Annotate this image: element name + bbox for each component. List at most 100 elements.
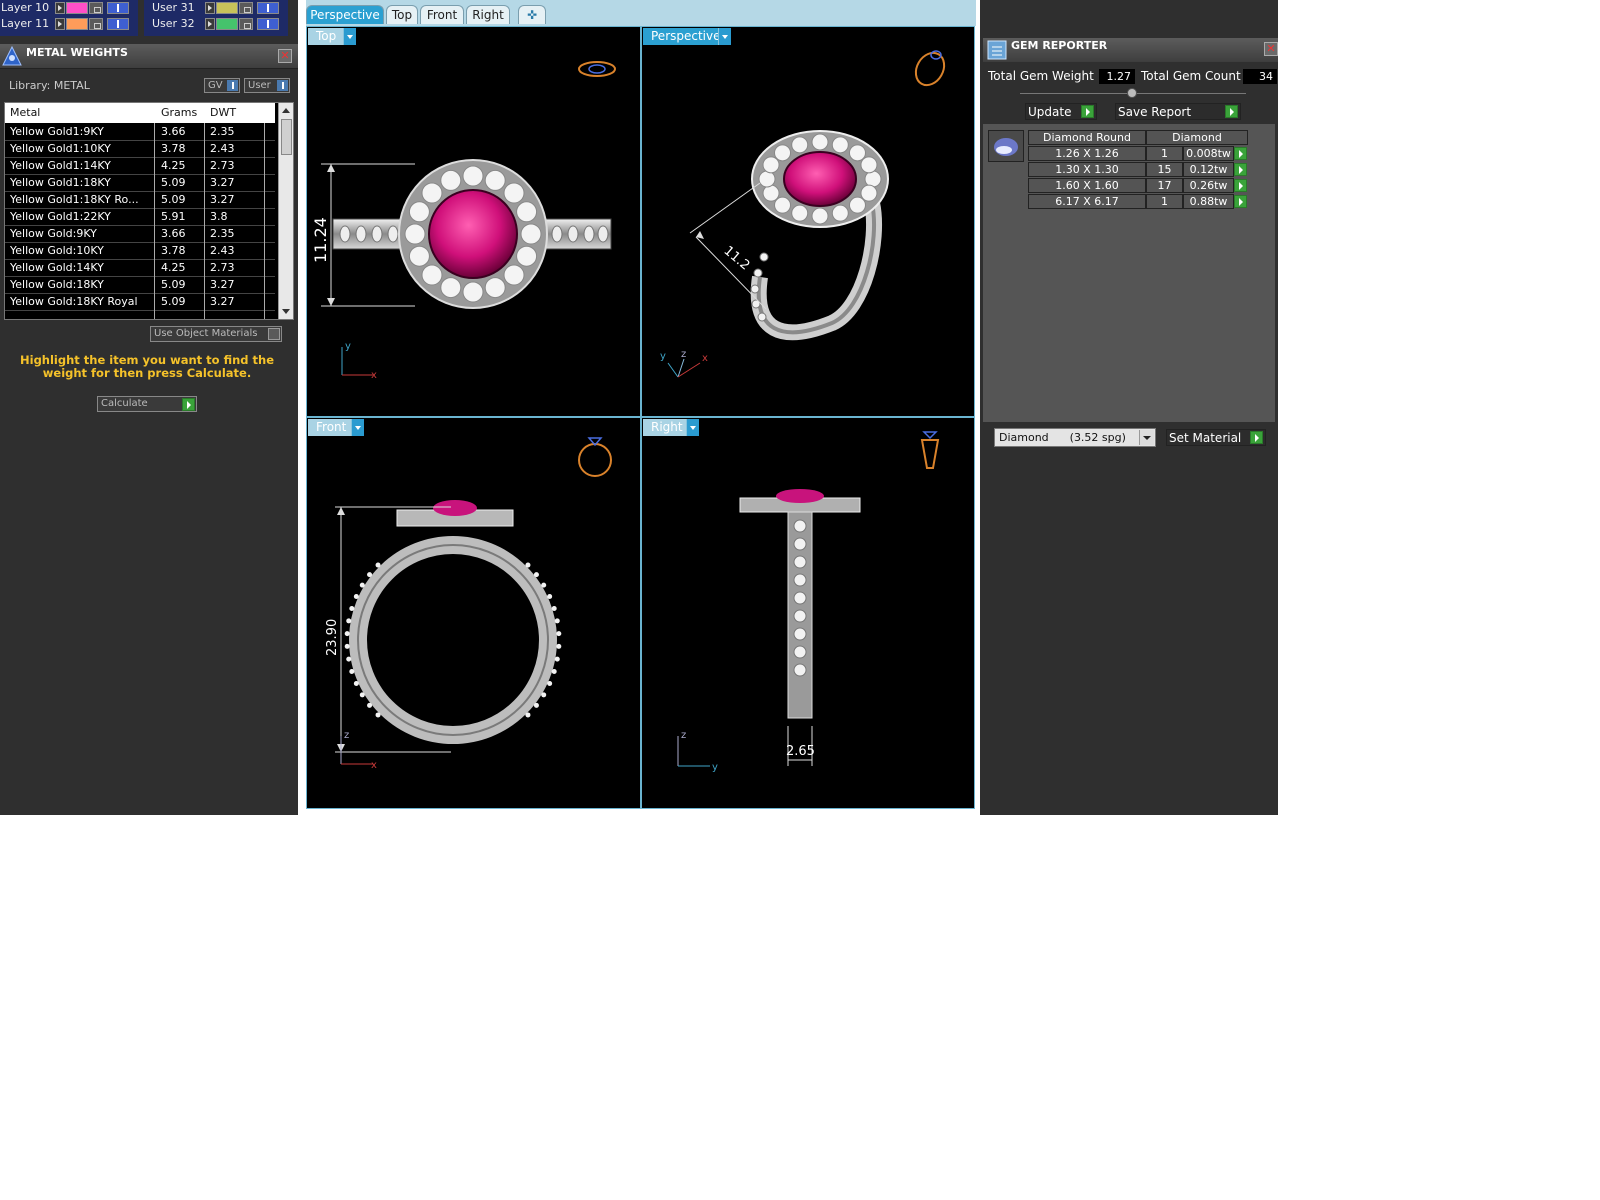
table-header: Metal Grams DWT bbox=[5, 103, 275, 123]
svg-text:z: z bbox=[681, 349, 686, 360]
column-header[interactable]: Metal bbox=[10, 106, 40, 119]
visibility-toggle[interactable] bbox=[257, 2, 279, 14]
viewport-top[interactable]: y x 11.24 Top bbox=[306, 26, 641, 417]
set-material-button[interactable]: Set Material bbox=[1166, 429, 1266, 446]
viewport-perspective[interactable]: y z x 11.2 Perspective bbox=[641, 26, 975, 417]
table-row[interactable]: Yellow Gold:18KY Royal 5.09 3.27 bbox=[5, 293, 275, 311]
gem-reporter-titlebar[interactable]: GEM REPORTER ✕ bbox=[983, 38, 1278, 62]
layer-row[interactable]: User 31 bbox=[150, 1, 288, 15]
dropdown-arrow-icon[interactable] bbox=[686, 419, 699, 436]
table-cell: Yellow Gold1:10KY bbox=[10, 142, 111, 155]
table-cell: 5.09 bbox=[161, 295, 186, 308]
user-button[interactable]: User bbox=[244, 78, 290, 93]
tab-top[interactable]: Top bbox=[386, 5, 418, 24]
svg-text:x: x bbox=[371, 370, 377, 381]
play-icon bbox=[182, 398, 195, 411]
lock-icon[interactable] bbox=[89, 18, 103, 30]
table-row[interactable]: Yellow Gold:14KY 4.25 2.73 bbox=[5, 259, 275, 277]
perspective-view-render: y z x bbox=[660, 50, 946, 378]
metal-table[interactable]: Metal Grams DWT Yellow Gold1:9KY 3.66 2.35… bbox=[4, 102, 294, 320]
table-row[interactable]: Yellow Gold1:22KY 5.91 3.8 bbox=[5, 208, 275, 226]
table-row[interactable]: Yellow Gold1:14KY 4.25 2.73 bbox=[5, 157, 275, 175]
row-play-icon[interactable] bbox=[1234, 195, 1247, 208]
save-report-button[interactable]: Save Report bbox=[1115, 103, 1241, 120]
update-button[interactable]: Update bbox=[1025, 103, 1097, 120]
table-row[interactable]: Yellow Gold:18KY 5.09 3.27 bbox=[5, 276, 275, 294]
svg-text:y: y bbox=[712, 762, 718, 773]
lock-icon[interactable] bbox=[239, 2, 253, 14]
column-header[interactable]: Grams bbox=[161, 106, 197, 119]
dropdown-arrow-icon[interactable] bbox=[718, 28, 731, 45]
viewport-label-top[interactable]: Top bbox=[308, 28, 356, 45]
metal-weights-titlebar[interactable]: METAL WEIGHTS ✕ bbox=[0, 44, 298, 69]
metal-weights-icon bbox=[2, 45, 22, 66]
viewport-label-right[interactable]: Right bbox=[643, 419, 699, 436]
layer-label: User 32 bbox=[152, 17, 195, 30]
gem-table-cell: 1.60 X 1.60 bbox=[1028, 178, 1146, 193]
gem-thumbnail[interactable] bbox=[988, 130, 1024, 162]
add-tab-button[interactable]: ✜ bbox=[518, 5, 546, 24]
expand-arrow-icon[interactable] bbox=[205, 18, 215, 30]
viewport-right[interactable]: z y 2.65 Right bbox=[641, 417, 975, 809]
layer-label: Layer 10 bbox=[1, 1, 50, 14]
visibility-toggle[interactable] bbox=[257, 18, 279, 30]
table-row[interactable]: Yellow Gold1:18KY Ro... 5.09 3.27 bbox=[5, 191, 275, 209]
layer-color-swatch[interactable] bbox=[66, 2, 88, 14]
gem-table-cell: 1.26 X 1.26 bbox=[1028, 146, 1146, 161]
material-select[interactable]: Diamond (3.52 spg) bbox=[994, 428, 1156, 447]
gv-button[interactable]: GV bbox=[204, 78, 240, 93]
calculate-button[interactable]: Calculate bbox=[97, 396, 197, 412]
gem-table-cell: 6.17 X 6.17 bbox=[1028, 194, 1146, 209]
row-play-icon[interactable] bbox=[1234, 179, 1247, 192]
ring-gizmo-icon bbox=[578, 437, 612, 477]
scroll-thumb[interactable] bbox=[281, 119, 292, 155]
dropdown-arrow-icon[interactable] bbox=[351, 419, 364, 436]
lock-icon[interactable] bbox=[89, 2, 103, 14]
close-icon[interactable]: ✕ bbox=[278, 49, 292, 63]
column-header[interactable]: DWT bbox=[210, 106, 236, 119]
tab-right[interactable]: Right bbox=[466, 5, 510, 24]
chevron-down-icon[interactable] bbox=[1139, 430, 1154, 445]
dropdown-arrow-icon[interactable] bbox=[343, 28, 356, 45]
visibility-toggle[interactable] bbox=[107, 2, 129, 14]
viewport-label-perspective[interactable]: Perspective bbox=[643, 28, 731, 45]
layer-color-swatch[interactable] bbox=[216, 18, 238, 30]
layer-color-swatch[interactable] bbox=[216, 2, 238, 14]
expand-arrow-icon[interactable] bbox=[205, 2, 215, 14]
info-icon bbox=[227, 80, 238, 91]
table-cell: Yellow Gold1:9KY bbox=[10, 125, 104, 138]
close-icon[interactable]: ✕ bbox=[1264, 42, 1278, 56]
visibility-toggle[interactable] bbox=[107, 18, 129, 30]
collapse-icon[interactable] bbox=[1127, 88, 1137, 98]
total-gem-weight-label: Total Gem Weight bbox=[988, 69, 1094, 83]
scrollbar[interactable] bbox=[278, 103, 293, 319]
row-play-icon[interactable] bbox=[1234, 147, 1247, 160]
layer-row[interactable]: Layer 11 bbox=[0, 17, 138, 31]
table-cell: 3.78 bbox=[161, 142, 186, 155]
viewport-label-front[interactable]: Front bbox=[308, 419, 364, 436]
tab-front[interactable]: Front bbox=[420, 5, 464, 24]
table-cell: Yellow Gold:9KY bbox=[10, 227, 97, 240]
table-cell: Yellow Gold1:18KY Ro... bbox=[10, 193, 139, 206]
expand-arrow-icon[interactable] bbox=[55, 18, 65, 30]
table-row[interactable]: Yellow Gold1:10KY 3.78 2.43 bbox=[5, 140, 275, 158]
row-play-icon[interactable] bbox=[1234, 163, 1247, 176]
table-row[interactable]: Yellow Gold:9KY 3.66 2.35 bbox=[5, 225, 275, 243]
diamond-gem-icon bbox=[994, 138, 1018, 156]
lock-icon[interactable] bbox=[239, 18, 253, 30]
expand-arrow-icon[interactable] bbox=[55, 2, 65, 14]
table-row[interactable]: Yellow Gold1:9KY 3.66 2.35 bbox=[5, 123, 275, 141]
viewport-front[interactable]: z x 23.90 Front bbox=[306, 417, 641, 809]
table-row[interactable]: Yellow Gold:10KY 3.78 2.43 bbox=[5, 242, 275, 260]
gem-table-cell: 0.88tw bbox=[1183, 194, 1234, 209]
gem-table-cell: 0.26tw bbox=[1183, 178, 1234, 193]
layer-row[interactable]: Layer 10 bbox=[0, 1, 138, 15]
svg-text:z: z bbox=[344, 730, 349, 741]
info-icon bbox=[277, 80, 288, 91]
tab-perspective[interactable]: Perspective bbox=[306, 5, 384, 24]
layer-color-swatch[interactable] bbox=[66, 18, 88, 30]
panel-title: METAL WEIGHTS bbox=[26, 46, 128, 59]
use-object-materials-button[interactable]: Use Object Materials bbox=[150, 326, 282, 342]
table-row[interactable]: Yellow Gold1:18KY 5.09 3.27 bbox=[5, 174, 275, 192]
layer-row[interactable]: User 32 bbox=[150, 17, 288, 31]
